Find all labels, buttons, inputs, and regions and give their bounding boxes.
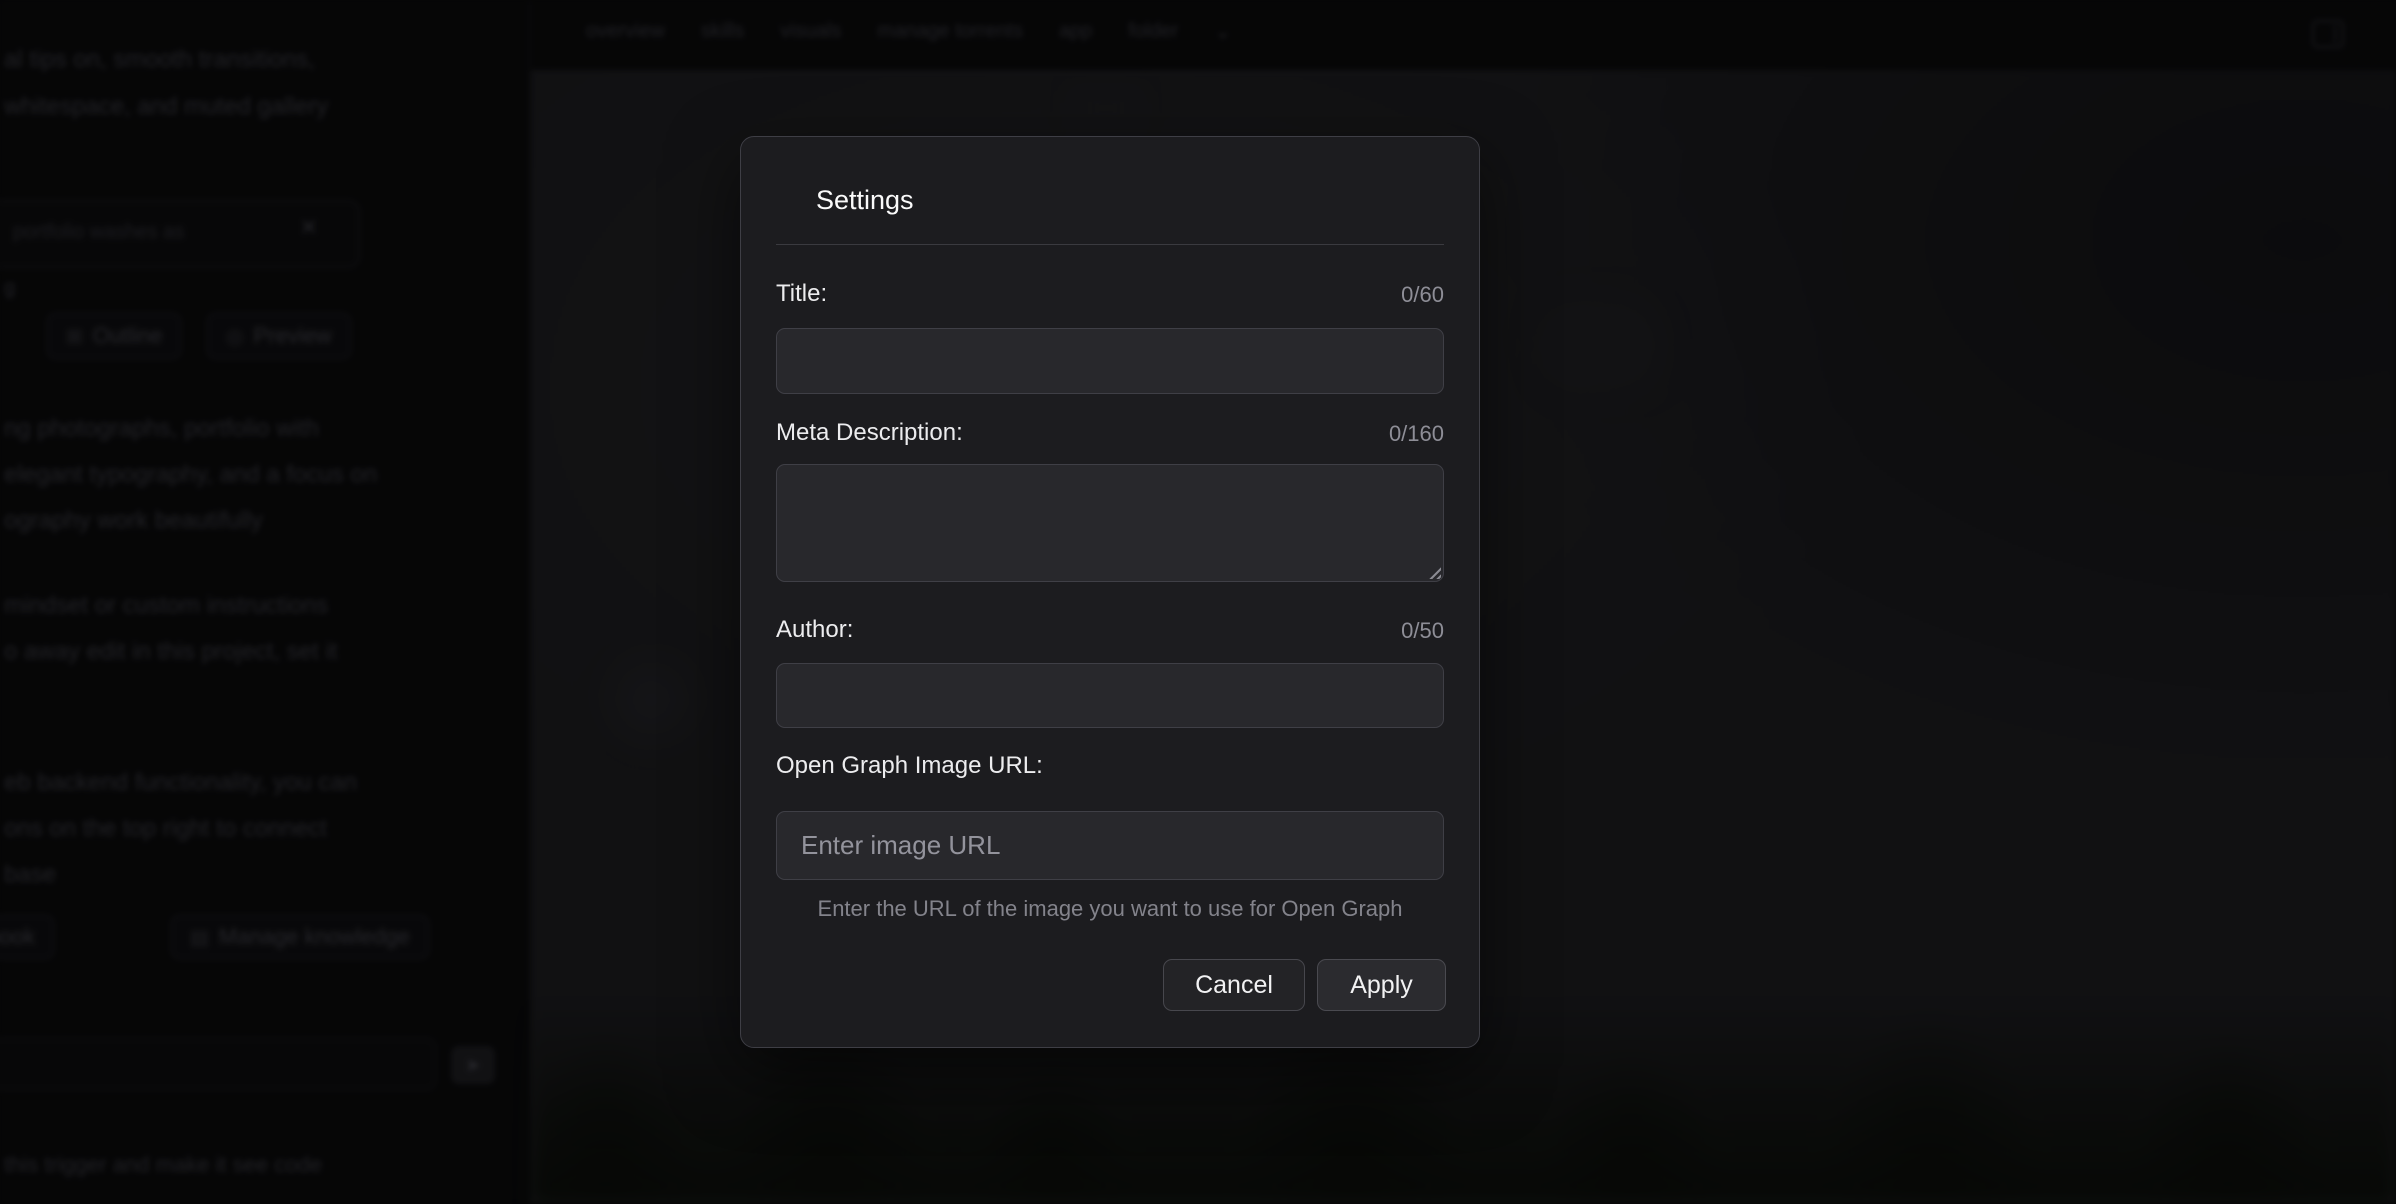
meta-description-textarea[interactable] [776, 464, 1444, 582]
author-input[interactable] [776, 663, 1444, 728]
title-input[interactable] [776, 328, 1444, 394]
meta-description-counter: 0/160 [1389, 421, 1444, 447]
meta-description-label: Meta Description: [776, 419, 963, 447]
title-label: Title: [776, 280, 827, 308]
title-counter: 0/60 [1401, 282, 1444, 308]
author-label: Author: [776, 616, 853, 644]
cancel-button[interactable]: Cancel [1163, 959, 1305, 1011]
og-image-url-label: Open Graph Image URL: [776, 752, 1043, 780]
modal-title: Settings [816, 185, 914, 216]
settings-modal: Settings Title: 0/60 Meta Description: 0… [740, 136, 1480, 1048]
og-helper-text: Enter the URL of the image you want to u… [776, 896, 1444, 922]
author-counter: 0/50 [1401, 618, 1444, 644]
apply-button[interactable]: Apply [1317, 959, 1446, 1011]
app-screen: overview skills visuals manage torrents … [0, 0, 2396, 1204]
og-image-url-input[interactable] [776, 811, 1444, 880]
divider [776, 244, 1444, 245]
